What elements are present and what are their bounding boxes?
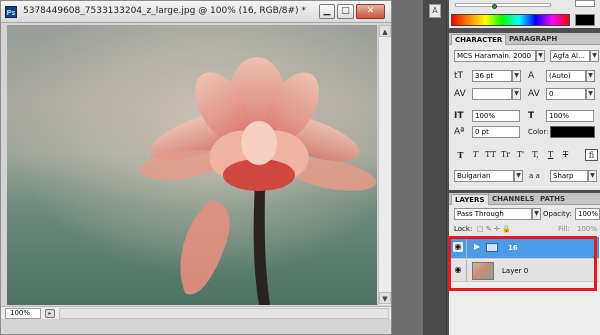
font-style-dropdown[interactable]: ▼ bbox=[590, 50, 599, 62]
font-family-dropdown[interactable]: ▼ bbox=[536, 50, 545, 62]
tab-channels[interactable]: CHANNELS bbox=[489, 194, 537, 205]
font-size-dropdown[interactable]: ▼ bbox=[512, 70, 521, 82]
opacity-label: Opacity: bbox=[543, 210, 572, 218]
collapsed-panel-strip: A bbox=[423, 0, 447, 335]
baseline-shift-field[interactable]: 0 pt bbox=[472, 126, 520, 138]
tracking-icon: AV bbox=[528, 89, 540, 99]
horizontal-scale-icon: T bbox=[528, 111, 535, 121]
language-dropdown[interactable]: ▼ bbox=[514, 170, 523, 182]
horizontal-scale-field[interactable]: 100% bbox=[546, 110, 594, 122]
vertical-scale-field[interactable]: 100% bbox=[472, 110, 520, 122]
kerning-field[interactable] bbox=[472, 88, 512, 100]
maximize-button[interactable]: □ bbox=[337, 4, 354, 19]
kerning-icon: AV bbox=[454, 89, 466, 99]
vertical-scale-icon: IT bbox=[454, 111, 464, 121]
document-window: Ps 5378449608_7533133204_z_large.jpg @ 1… bbox=[0, 0, 392, 335]
document-title-bar[interactable]: Ps 5378449608_7533133204_z_large.jpg @ 1… bbox=[1, 1, 391, 23]
antialias-icon: a a bbox=[529, 172, 540, 180]
text-tool-icon[interactable]: A bbox=[429, 4, 441, 18]
blend-mode-dropdown[interactable]: ▼ bbox=[532, 208, 541, 220]
fill-label: Fill: bbox=[558, 225, 570, 233]
baseline-shift-icon: Aª bbox=[454, 127, 465, 137]
leading-field[interactable]: (Auto) bbox=[546, 70, 586, 82]
font-family-field[interactable]: MCS Haramain. 2000 bbox=[454, 50, 536, 62]
minimize-button[interactable]: ▁ bbox=[319, 4, 335, 19]
red-highlight-box bbox=[448, 236, 597, 291]
fill-value[interactable]: 100% bbox=[577, 223, 597, 235]
lock-icon[interactable]: □ ✎ ✛ 🔒 bbox=[477, 223, 511, 235]
strikethrough-button[interactable]: T bbox=[559, 149, 572, 161]
black-swatch[interactable] bbox=[575, 14, 595, 26]
character-panel: CHARACTER PARAGRAPH MCS Haramain. 2000 ▼… bbox=[449, 33, 600, 190]
lock-label: Lock: bbox=[454, 225, 473, 233]
faux-bold-button[interactable]: T bbox=[454, 149, 467, 161]
blend-mode-field[interactable]: Pass Through bbox=[454, 208, 532, 220]
antialias-dropdown[interactable]: ▼ bbox=[588, 170, 597, 182]
slider-knob[interactable] bbox=[492, 4, 497, 9]
image-canvas[interactable] bbox=[7, 25, 377, 305]
antialias-field[interactable]: Sharp bbox=[550, 170, 588, 182]
faux-italic-button[interactable]: T bbox=[469, 149, 482, 161]
tab-character[interactable]: CHARACTER bbox=[451, 34, 507, 45]
color-label: Color: bbox=[528, 128, 549, 136]
vertical-scrollbar[interactable]: ▲ ▼ bbox=[378, 25, 391, 305]
layers-tab-row: LAYERS CHANNELS PATHS bbox=[449, 193, 600, 205]
all-caps-button[interactable]: TT bbox=[484, 149, 497, 161]
font-size-icon: tT bbox=[454, 71, 464, 81]
underline-button[interactable]: T bbox=[544, 149, 557, 161]
superscript-button[interactable]: T' bbox=[514, 149, 527, 161]
opacity-field[interactable]: 100% bbox=[575, 208, 600, 220]
font-size-field[interactable]: 36 pt bbox=[472, 70, 512, 82]
tracking-dropdown[interactable]: ▼ bbox=[586, 88, 595, 100]
flower-photo bbox=[7, 25, 377, 305]
photoshop-logo-icon: Ps bbox=[5, 6, 17, 18]
scroll-down-arrow[interactable]: ▼ bbox=[379, 292, 391, 304]
character-tab-row: CHARACTER PARAGRAPH bbox=[449, 33, 600, 45]
tab-layers[interactable]: LAYERS bbox=[451, 194, 489, 205]
leading-dropdown[interactable]: ▼ bbox=[586, 70, 595, 82]
leading-icon: A bbox=[528, 71, 535, 81]
close-button[interactable]: ✕ bbox=[356, 4, 385, 19]
tab-paths[interactable]: PATHS bbox=[537, 194, 568, 205]
text-color-swatch[interactable] bbox=[550, 126, 595, 138]
tracking-field[interactable]: 0 bbox=[546, 88, 586, 100]
font-style-field[interactable]: Agfa Al... bbox=[550, 50, 590, 62]
small-caps-button[interactable]: Tr bbox=[499, 149, 512, 161]
zoom-field[interactable]: 100% bbox=[5, 308, 41, 319]
language-field[interactable]: Bulgarian bbox=[454, 170, 514, 182]
status-menu-icon[interactable]: ▸ bbox=[45, 309, 55, 318]
ligature-button[interactable]: fi bbox=[585, 149, 598, 161]
color-panel bbox=[449, 0, 600, 28]
tab-paragraph[interactable]: PARAGRAPH bbox=[506, 34, 560, 45]
kerning-dropdown[interactable]: ▼ bbox=[512, 88, 521, 100]
status-bar: 100% ▸ bbox=[1, 306, 391, 319]
workspace-background bbox=[392, 0, 423, 335]
horizontal-scrollbar[interactable] bbox=[59, 308, 389, 319]
white-swatch[interactable] bbox=[575, 0, 595, 7]
scroll-up-arrow[interactable]: ▲ bbox=[379, 25, 391, 37]
color-ramp[interactable] bbox=[451, 14, 570, 26]
document-title: 5378449608_7533133204_z_large.jpg @ 100%… bbox=[23, 6, 306, 16]
subscript-button[interactable]: T, bbox=[529, 149, 542, 161]
color-slider[interactable] bbox=[455, 3, 551, 9]
